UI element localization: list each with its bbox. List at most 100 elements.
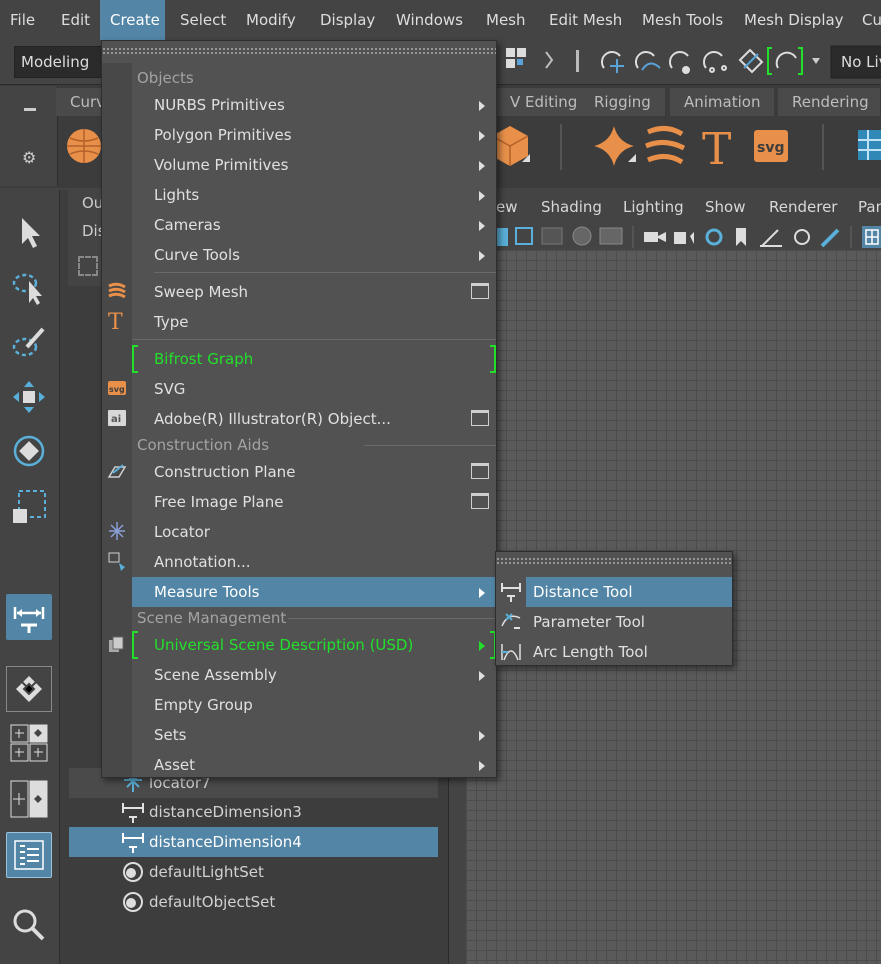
textured-icon[interactable] xyxy=(599,227,623,245)
rotate-tool-icon[interactable] xyxy=(6,428,52,474)
shaded-icon[interactable] xyxy=(572,226,592,246)
grid-toggle-icon[interactable] xyxy=(760,229,782,247)
menu-item-locator[interactable]: Locator xyxy=(132,517,497,547)
submenu-item-distance-tool[interactable]: Distance Tool xyxy=(526,577,732,607)
menu-item-construction-plane[interactable]: Construction Plane xyxy=(132,457,497,487)
submenu-arrow-icon xyxy=(479,641,485,651)
snap-grid-icon[interactable] xyxy=(601,51,624,73)
option-box-icon[interactable] xyxy=(471,493,489,509)
shelf-gear-icon[interactable]: ⚙ xyxy=(22,148,36,167)
viewport-menu-renderer[interactable]: Renderer xyxy=(769,190,837,224)
menu-item-type[interactable]: Type xyxy=(132,307,497,337)
menu-item-nurbs-primitives[interactable]: NURBS Primitives xyxy=(132,90,497,120)
menu-item-bifrost-graph[interactable]: Bifrost Graph xyxy=(132,344,497,374)
move-tool-icon[interactable] xyxy=(6,374,52,420)
outliner-row-default-light-set[interactable]: defaultLightSet xyxy=(69,857,438,887)
menu-edit-mesh[interactable]: Edit Mesh xyxy=(539,0,632,40)
outliner-layout-icon[interactable] xyxy=(6,832,52,878)
shelf-tab-rendering[interactable]: Rendering xyxy=(778,88,881,116)
menu-item-polygon-primitives[interactable]: Polygon Primitives xyxy=(132,120,497,150)
menu-item-svg[interactable]: SVG xyxy=(132,374,497,404)
bookmark-icon[interactable] xyxy=(515,227,533,245)
menu-item-asset[interactable]: Asset xyxy=(132,750,497,780)
menu-item-usd[interactable]: Universal Scene Description (USD) xyxy=(132,630,497,660)
menu-item-scene-assembly[interactable]: Scene Assembly xyxy=(132,660,497,690)
outliner-row-default-object-set[interactable]: defaultObjectSet xyxy=(69,887,438,917)
shelf-tab-animation[interactable]: Animation xyxy=(670,88,776,116)
menu-create[interactable]: Create xyxy=(100,0,165,40)
settings-icon[interactable] xyxy=(705,228,723,246)
menu-item-sweep-mesh[interactable]: Sweep Mesh xyxy=(132,277,497,307)
menu-file[interactable]: File xyxy=(0,0,45,40)
option-box-icon[interactable] xyxy=(471,463,489,479)
option-box-icon[interactable] xyxy=(471,410,489,426)
snap-view-icon[interactable] xyxy=(703,51,727,73)
submenu-arrow-icon xyxy=(479,588,485,598)
menu-windows[interactable]: Windows xyxy=(386,0,473,40)
snap-toggle-icon[interactable] xyxy=(767,47,803,75)
outliner-row-distance-dimension3[interactable]: distanceDimension3 xyxy=(69,797,438,827)
submenu-arrow-icon xyxy=(479,761,485,771)
shelf-tab-uv-editing[interactable]: V Editing xyxy=(496,88,593,116)
lasso-tool-icon[interactable] xyxy=(6,266,52,312)
table-icon[interactable] xyxy=(858,130,881,160)
menu-mesh-tools[interactable]: Mesh Tools xyxy=(632,0,733,40)
viewport-menu-view[interactable]: ew xyxy=(496,190,518,224)
menu-item-volume-primitives[interactable]: Volume Primitives xyxy=(132,150,497,180)
menu-cu[interactable]: Cu xyxy=(852,0,881,40)
layout-single-icon[interactable] xyxy=(6,666,52,712)
grid-icon[interactable] xyxy=(506,48,526,68)
select-tool-icon[interactable] xyxy=(6,210,52,256)
menu-item-sets[interactable]: Sets xyxy=(132,720,497,750)
type-icon[interactable]: T xyxy=(702,124,731,175)
distance-dimension-icon xyxy=(122,833,144,853)
snap-live-icon[interactable] xyxy=(738,48,764,74)
menu-item-empty-group[interactable]: Empty Group xyxy=(132,690,497,720)
menu-mesh-display[interactable]: Mesh Display xyxy=(734,0,854,40)
layout-four-icon[interactable] xyxy=(6,720,52,766)
mode-selector[interactable]: Modeling xyxy=(14,46,102,78)
search-icon[interactable] xyxy=(6,902,52,948)
platonic-solid-icon[interactable] xyxy=(491,126,530,166)
camera-icon[interactable] xyxy=(644,232,666,242)
sweep-mesh-icon[interactable] xyxy=(644,126,686,165)
menu-select[interactable]: Select xyxy=(170,0,236,40)
xray-icon[interactable] xyxy=(794,229,810,245)
bookmark-flag-icon[interactable] xyxy=(736,228,746,246)
menu-item-illustrator-object[interactable]: Adobe(R) Illustrator(R) Object... xyxy=(132,404,497,434)
menu-mesh[interactable]: Mesh xyxy=(476,0,536,40)
menu-item-free-image-plane[interactable]: Free Image Plane xyxy=(132,487,497,517)
submenu-item-parameter-tool[interactable]: Parameter Tool xyxy=(526,607,732,637)
menu-item-curve-tools[interactable]: Curve Tools xyxy=(132,240,497,270)
submenu-item-arc-length-tool[interactable]: Arc Length Tool xyxy=(526,637,732,667)
image-plane-icon[interactable] xyxy=(541,227,563,245)
snap-curve-icon[interactable] xyxy=(635,51,661,71)
outliner-row-distance-dimension4[interactable]: distanceDimension4 xyxy=(69,827,438,857)
menu-item-cameras[interactable]: Cameras xyxy=(132,210,497,240)
viewport-menu-panels[interactable]: Pan xyxy=(858,190,881,224)
layout-two-icon[interactable] xyxy=(6,776,52,822)
menu-display[interactable]: Display xyxy=(310,0,385,40)
shelf-collapse-icon[interactable] xyxy=(24,108,36,111)
menu-item-measure-tools[interactable]: Measure Tools xyxy=(132,577,497,607)
scale-tool-icon[interactable] xyxy=(6,484,52,530)
menu-item-lights[interactable]: Lights xyxy=(132,180,497,210)
option-box-icon[interactable] xyxy=(471,283,489,299)
viewport-menu-show[interactable]: Show xyxy=(705,190,745,224)
pencil-icon[interactable] xyxy=(820,228,840,248)
sphere-icon[interactable] xyxy=(67,129,101,163)
lock-camera-icon[interactable] xyxy=(674,232,694,244)
menu-edit[interactable]: Edit xyxy=(51,0,100,40)
viewport-menu-shading[interactable]: Shading xyxy=(541,190,602,224)
shelf-tab-rigging[interactable]: Rigging xyxy=(580,88,666,116)
tearoff-handle[interactable] xyxy=(496,557,732,565)
distance-tool-active-icon[interactable] xyxy=(6,594,52,640)
sparkle-icon[interactable] xyxy=(594,126,636,166)
menu-modify[interactable]: Modify xyxy=(236,0,306,40)
tearoff-handle[interactable] xyxy=(102,47,496,55)
snap-point-icon[interactable] xyxy=(669,51,690,74)
paint-select-tool-icon[interactable] xyxy=(6,320,52,366)
menu-item-annotation[interactable]: Annotation... xyxy=(132,547,497,577)
viewport-menu-lighting[interactable]: Lighting xyxy=(623,190,684,224)
frame-icon[interactable] xyxy=(78,256,98,276)
